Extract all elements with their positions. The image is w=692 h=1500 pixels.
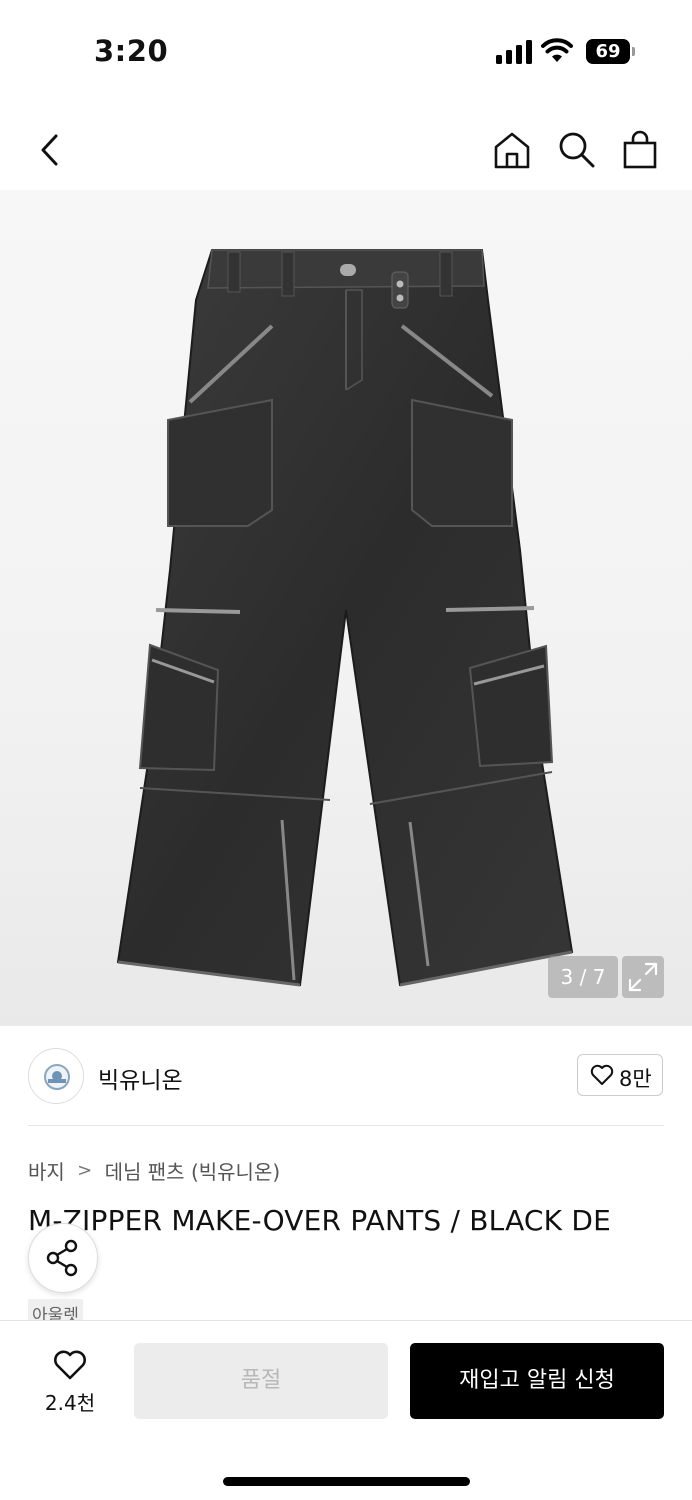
top-nav-bar [0,110,692,190]
battery-indicator: 69 [586,39,636,64]
product-image [116,249,574,987]
status-bar: 3:20 69 [0,0,692,100]
status-time: 3:20 [94,34,169,68]
brand-row: 빅유니온 8만 [28,1026,664,1126]
brand-like-count: 8만 [619,1067,652,1091]
breadcrumb-category[interactable]: 바지 [28,1160,65,1184]
breadcrumb-subcategory[interactable]: 데님 팬츠 (빅유니온) [105,1160,281,1184]
share-icon [46,1239,78,1277]
heart-icon [590,1064,614,1085]
chevron-left-icon[interactable] [30,130,70,170]
bottom-action-bar: 2.4천 품절 재입고 알림 신청 [0,1320,692,1500]
expand-button[interactable] [622,956,664,998]
soldout-button: 품절 [134,1343,388,1419]
brand-emblem [44,1064,70,1090]
restock-alert-button[interactable]: 재입고 알림 신청 [410,1343,664,1419]
brand-logo[interactable] [28,1048,84,1104]
cellular-signal-icon [496,40,532,64]
expand-icon [628,962,658,992]
search-icon[interactable] [556,130,596,170]
wifi-icon [541,38,573,62]
share-button[interactable] [28,1223,98,1293]
shopping-bag-icon[interactable] [620,130,660,170]
product-image-gallery[interactable]: 3 / 7 [0,190,692,1026]
home-icon[interactable] [492,130,532,170]
chevron-right-icon: > [77,1160,93,1181]
heart-icon [54,1350,86,1380]
image-counter: 3 / 7 [548,956,618,998]
home-indicator [223,1477,470,1486]
wishlist-button[interactable]: 2.4천 [36,1345,104,1415]
brand-like-button[interactable]: 8만 [577,1054,663,1096]
battery-level: 69 [595,41,621,62]
brand-name[interactable]: 빅유니온 [98,1061,183,1095]
wishlist-count: 2.4천 [44,1391,96,1415]
breadcrumb: 바지 > 데님 팬츠 (빅유니온) [28,1156,280,1185]
product-title: M-ZIPPER MAKE-OVER PANTS / BLACK DE [28,1204,611,1237]
